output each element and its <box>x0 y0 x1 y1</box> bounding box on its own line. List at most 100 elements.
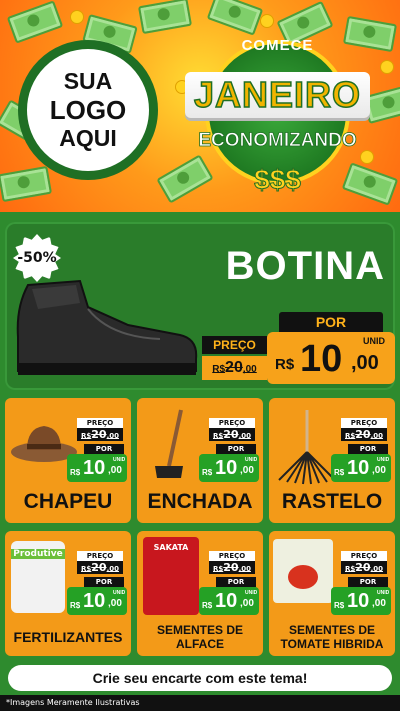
product-name: CHAPEU <box>23 490 113 513</box>
product-name: FERTILIZANTES <box>13 629 123 645</box>
new-price-currency: R$ <box>202 468 213 477</box>
package-label: Produtive <box>11 549 65 559</box>
money-bill-icon <box>137 0 193 35</box>
package-label: SAKATA <box>153 543 189 552</box>
new-price-currency: R$ <box>334 468 345 477</box>
product-card-sementes-alface[interactable]: SAKATA PREÇO R$20,00 POR R$ 10 ,00 UNID … <box>137 531 263 656</box>
product-card-fertilizantes[interactable]: Produtive PREÇO R$20,00 POR R$ 10 ,00 UN… <box>5 531 131 656</box>
old-price-label: PREÇO <box>209 418 255 428</box>
new-price-dec: ,00 <box>240 465 254 476</box>
new-price-currency: R$ <box>70 601 81 610</box>
product-name: SEMENTES DE TOMATE HIBRIDA <box>280 623 384 651</box>
old-price-label: PREÇO <box>202 336 267 354</box>
old-price-dec: ,00 <box>106 432 119 440</box>
boot-icon <box>16 279 198 375</box>
old-price-currency: R$ <box>212 364 226 375</box>
new-price-dec: ,00 <box>108 598 122 609</box>
new-price-dec: ,00 <box>240 598 254 609</box>
new-price-label: POR <box>348 577 388 587</box>
coin-icon <box>380 60 394 74</box>
product-card-enchada[interactable]: PREÇO R$20,00 POR R$ 10 ,00 UNID ENCHADA <box>137 398 263 523</box>
new-price-currency: R$ <box>334 601 345 610</box>
old-price: R$20,00 <box>209 561 255 574</box>
new-price: R$ 10 ,00 UNID <box>199 454 259 482</box>
new-price-dec: ,00 <box>372 598 386 609</box>
featured-product-card[interactable]: -50% BOTINA PREÇO R$20,00 POR R$ 10 ,00 … <box>5 222 395 390</box>
new-price-currency: R$ <box>202 601 213 610</box>
product-card-rastelo[interactable]: PREÇO R$20,00 POR R$ 10 ,00 UNID RASTELO <box>269 398 395 523</box>
old-price: R$20,00 <box>341 561 387 574</box>
old-price-label: PREÇO <box>77 551 123 561</box>
new-price: R$ 10 ,00 UNID <box>67 587 127 615</box>
old-price: R$20,00 <box>77 561 123 574</box>
money-bill-icon <box>6 0 64 44</box>
old-price-currency: R$ <box>213 565 224 573</box>
old-price-int: 20 <box>91 428 107 441</box>
old-price-label: PREÇO <box>341 551 387 561</box>
new-price-label: POR <box>216 577 256 587</box>
featured-title: BOTINA <box>225 244 385 288</box>
old-price-currency: R$ <box>213 432 224 440</box>
old-price: R$20,00 <box>341 428 387 441</box>
new-price-unit: UNID <box>113 590 126 596</box>
old-price-currency: R$ <box>81 565 92 573</box>
new-price-currency: R$ <box>70 468 81 477</box>
new-price: R$ 10 ,00 UNID <box>331 587 391 615</box>
product-name: SEMENTES DE ALFACE <box>156 623 243 651</box>
product-name: RASTELO <box>281 490 383 513</box>
old-price-dec: ,00 <box>238 432 251 440</box>
product-card-sementes-tomate[interactable]: PREÇO R$20,00 POR R$ 10 ,00 UNID SEMENTE… <box>269 531 395 656</box>
new-price-int: 10 <box>347 457 370 479</box>
fertilizer-bag-icon: Produtive <box>11 541 65 613</box>
new-price-int: 10 <box>215 590 238 612</box>
new-price-label: POR <box>216 444 256 454</box>
new-price-currency: R$ <box>275 356 295 373</box>
logo-placeholder: SUA LOGO AQUI <box>18 40 158 180</box>
tomato-icon <box>288 565 318 589</box>
old-price-dec: ,00 <box>106 565 119 573</box>
old-price: R$20,00 <box>209 428 255 441</box>
old-price-int: 20 <box>223 428 239 441</box>
old-price-int: 20 <box>355 428 371 441</box>
new-price-unit: UNID <box>377 457 390 463</box>
new-price-unit: UNID <box>245 457 258 463</box>
coin-icon <box>70 10 84 24</box>
old-price-label: PREÇO <box>209 551 255 561</box>
new-price-int: 10 <box>215 457 238 479</box>
new-price-unit: UNID <box>363 336 385 346</box>
campaign-badge: COMECE JANEIRO ECONOMIZANDO $$$ <box>185 22 370 202</box>
old-price-int: 20 <box>355 561 371 574</box>
new-price-label: POR <box>348 444 388 454</box>
seed-packet-icon: SAKATA <box>143 537 199 615</box>
old-price-int: 20 <box>223 561 239 574</box>
new-price: R$ 10 ,00 UNID <box>67 454 127 482</box>
old-price-label: PREÇO <box>341 418 387 428</box>
product-card-chapeu[interactable]: PREÇO R$20,00 POR R$ 10 ,00 UNID CHAPEU <box>5 398 131 523</box>
old-price-dec: ,00 <box>370 432 383 440</box>
old-price-currency: R$ <box>345 432 356 440</box>
new-price-dec: ,00 <box>372 465 386 476</box>
new-price-dec: ,00 <box>351 352 379 374</box>
new-price: R$ 10 ,00 UNID <box>199 587 259 615</box>
new-price-label: POR <box>279 312 383 332</box>
logo-line: AQUI <box>59 125 117 151</box>
old-price-int: 20 <box>91 561 107 574</box>
new-price-unit: UNID <box>245 590 258 596</box>
new-price-int: 10 <box>300 338 343 380</box>
badge-ribbon: JANEIRO <box>185 72 370 118</box>
badge-comece-text: COMECE <box>241 37 314 54</box>
seed-packet-icon <box>273 539 333 603</box>
new-price: R$ 10 ,00 UNID <box>331 454 391 482</box>
new-price-unit: UNID <box>377 590 390 596</box>
old-price-dec: ,00 <box>238 565 251 573</box>
money-bill-icon <box>0 165 53 203</box>
old-price-dec: ,00 <box>370 565 383 573</box>
badge-money-text: $$$ <box>254 164 302 196</box>
new-price: R$ 10 ,00 UNID <box>267 332 395 384</box>
disclaimer-text: *Imagens Meramente Ilustrativas <box>0 695 400 711</box>
logo-line: LOGO <box>49 95 127 125</box>
product-name: ENCHADA <box>147 490 253 513</box>
logo-line: SUA <box>63 68 113 94</box>
new-price-dec: ,00 <box>108 465 122 476</box>
cta-banner[interactable]: Crie seu encarte com este tema! <box>8 665 392 691</box>
